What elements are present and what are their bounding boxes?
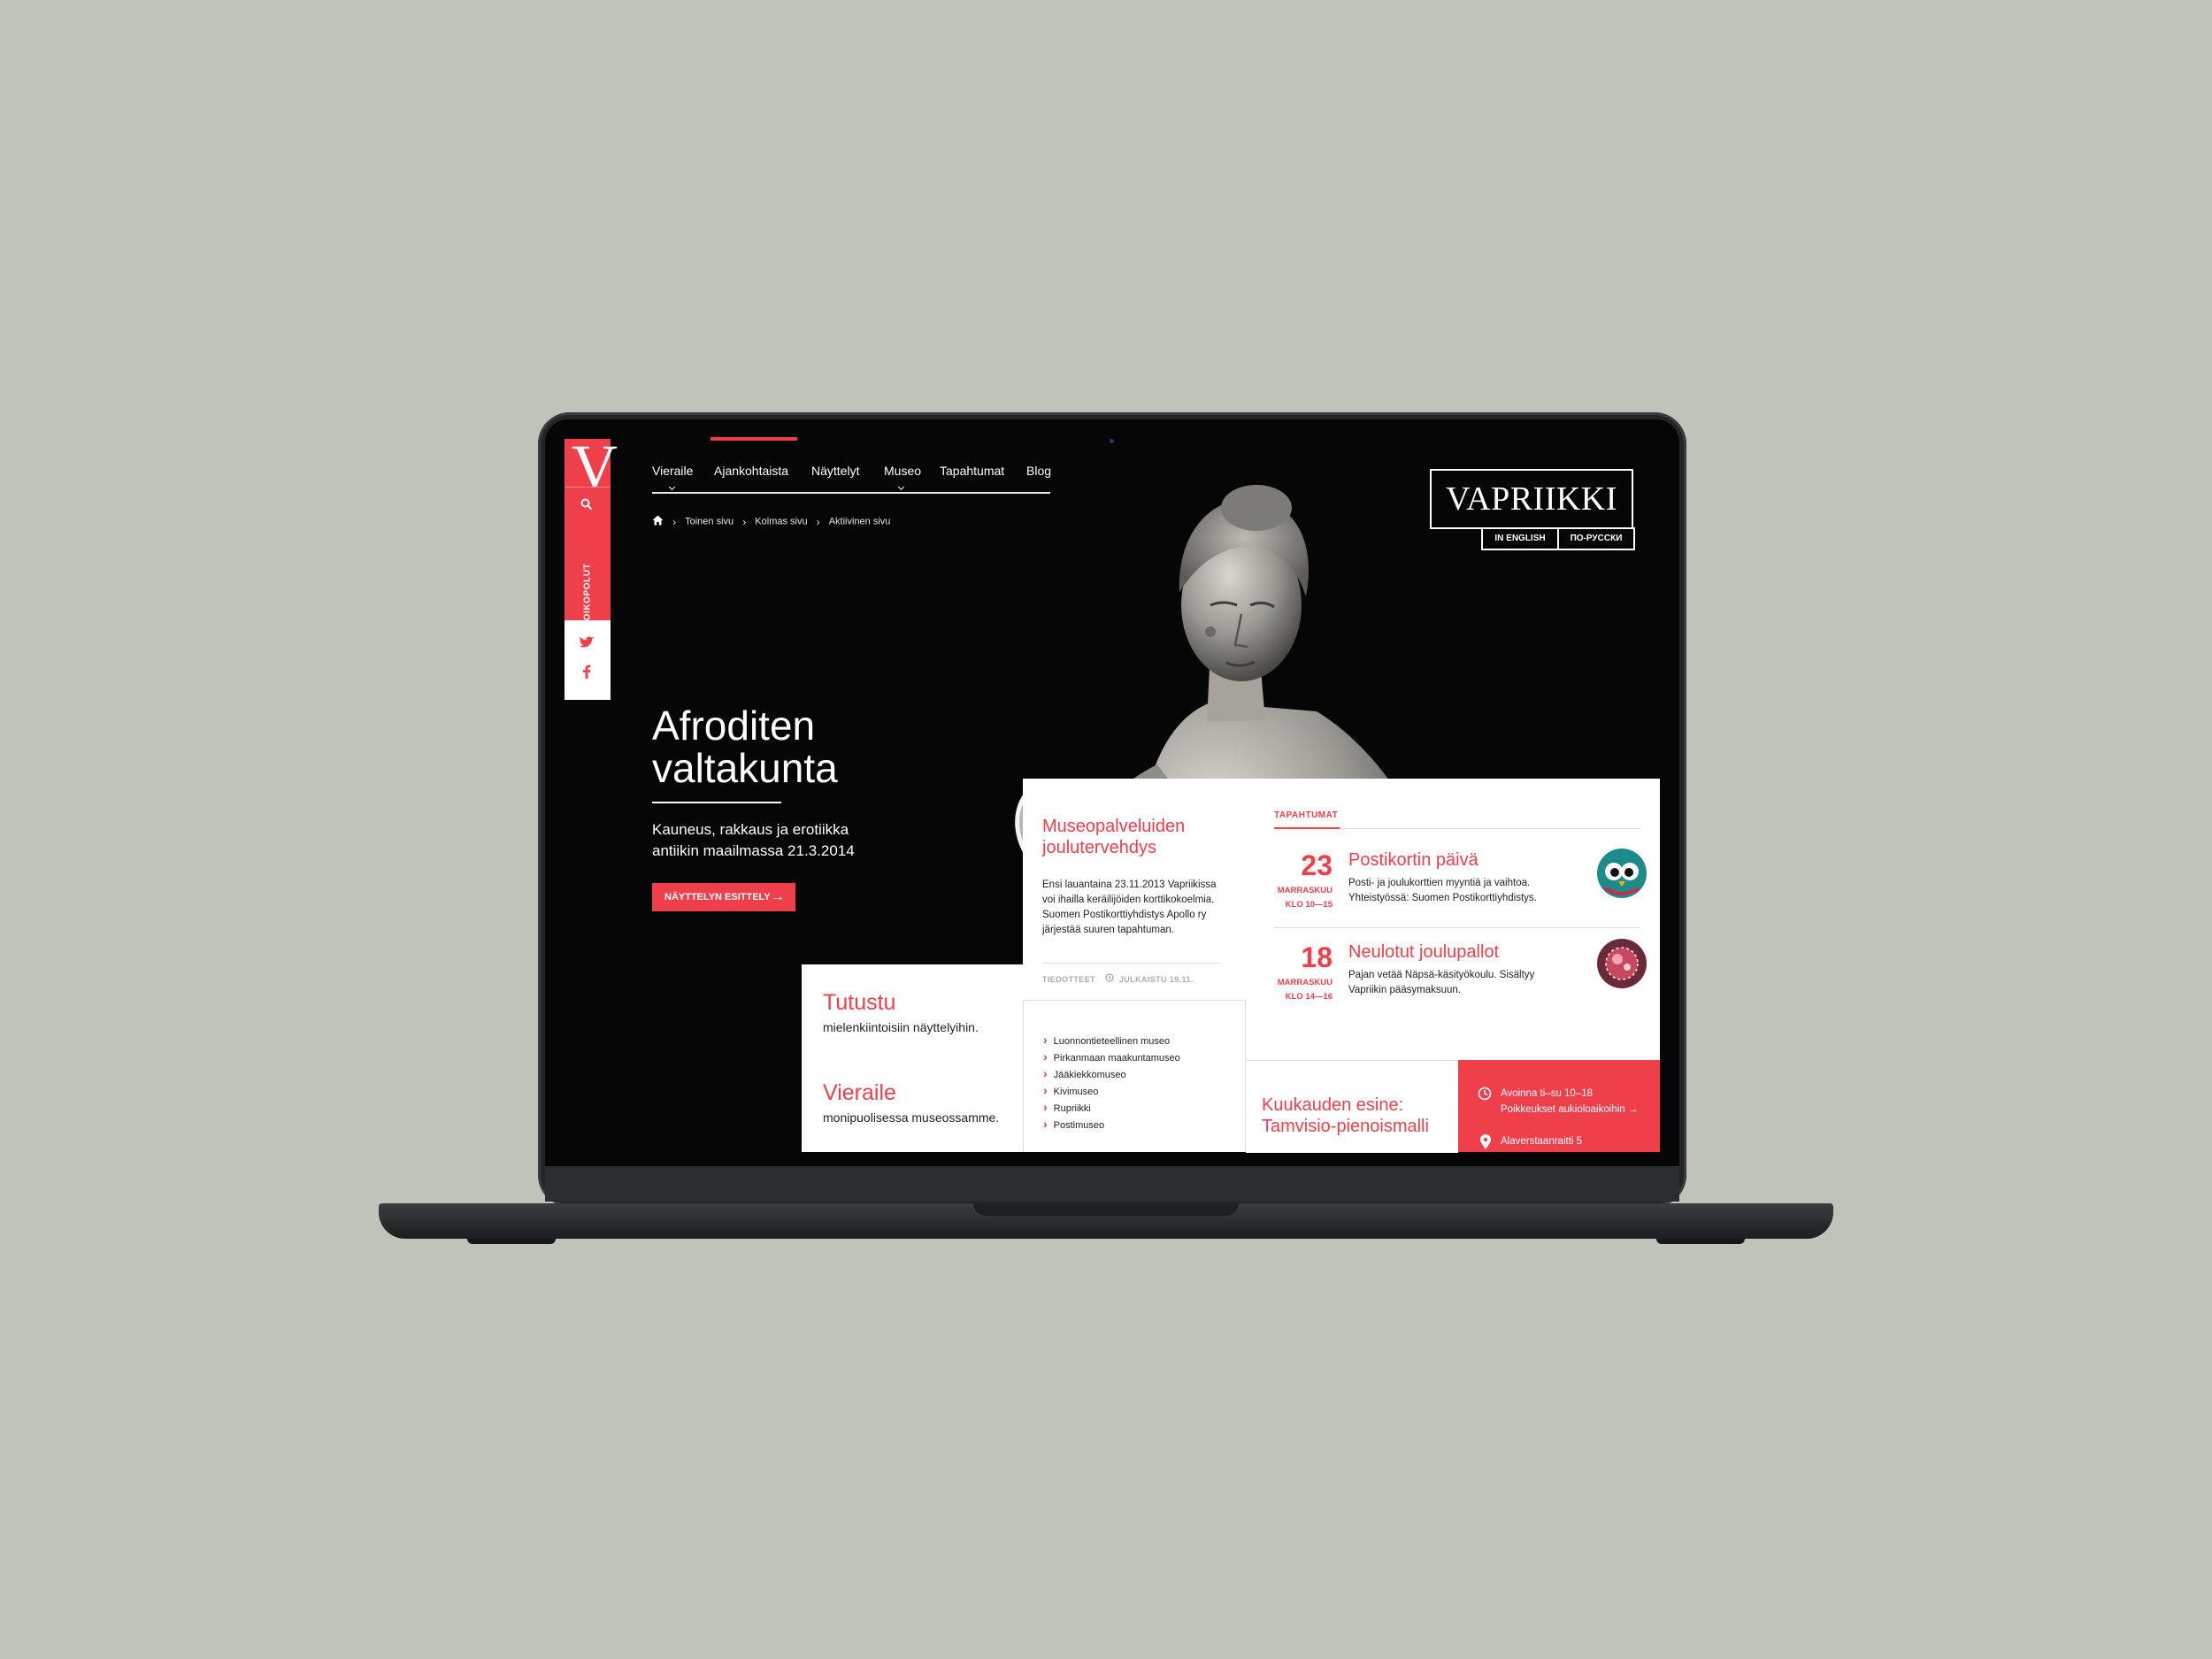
exhibition-intro-label: NÄYTTELYN ESITTELY: [664, 892, 771, 902]
divider: [1274, 927, 1640, 928]
brand-block: VAPRIIKKI IN ENGLISH ПО-РУССКИ: [1430, 469, 1637, 550]
events-heading[interactable]: TAPAHTUMAT: [1274, 810, 1338, 820]
breadcrumb: › Toinen sivu › Kolmas sivu › Aktiivinen…: [652, 515, 890, 528]
event-title[interactable]: Neulotut joulupallot: [1348, 941, 1499, 963]
home-icon[interactable]: [652, 515, 666, 528]
events-card: TAPAHTUMAT 23 MARRASKUU KLO 10—15 Postik…: [1246, 779, 1660, 1060]
nav-item-blog[interactable]: Blog: [1026, 464, 1051, 478]
visitor-info-card: Avoinna ti–su 10–18 Poikkeukset aukioloa…: [1458, 1060, 1660, 1152]
camera-dot: [1110, 439, 1114, 443]
news-date: JULKAISTU 19.11.: [1118, 975, 1194, 984]
event-time: KLO 14—16: [1285, 992, 1333, 1002]
event-time: KLO 10—15: [1285, 900, 1333, 910]
event-thumbnail: [1597, 939, 1647, 988]
laptop-base-notch: [973, 1203, 1239, 1216]
divider: [1042, 963, 1221, 964]
chevron-down-icon: [897, 483, 905, 491]
nav-item-vieraile[interactable]: Vieraile: [652, 464, 693, 478]
twitter-icon[interactable]: [579, 636, 595, 653]
social-links: [565, 620, 611, 700]
laptop-foot: [1656, 1239, 1745, 1244]
event-month: MARRASKUU: [1277, 978, 1333, 987]
exhibition-intro-button[interactable]: NÄYTTELYN ESITTELY →: [652, 883, 795, 911]
lang-russian-button[interactable]: ПО-РУССКИ: [1557, 527, 1635, 550]
clock-icon: [1105, 973, 1117, 984]
museum-link[interactable]: Pirkanmaan maakuntamuseo: [1043, 1049, 1180, 1066]
explore-subtitle: mielenkiintoisiin näyttelyihin.: [823, 1020, 979, 1034]
hero-title: Afroditen valtakunta: [652, 703, 838, 791]
laptop-foot: [467, 1239, 556, 1244]
explore-card[interactable]: Tutustu mielenkiintoisiin näyttelyihin.: [802, 964, 1023, 1059]
nav-item-nayttelyt[interactable]: Näyttelyt: [811, 464, 859, 478]
event-item[interactable]: 23 MARRASKUU KLO 10—15 Postikortin päivä…: [1274, 848, 1647, 936]
clock-icon: [1478, 1087, 1492, 1105]
breadcrumb-link[interactable]: Toinen sivu: [685, 517, 733, 527]
museum-links-card: Luonnontieteellinen museo Pirkanmaan maa…: [1023, 1000, 1246, 1152]
sidebar-shortcuts: OIKOPOLUT: [565, 487, 611, 620]
lang-english-button[interactable]: IN ENGLISH: [1481, 527, 1559, 550]
site-logo[interactable]: VAPRIIKKI: [1430, 469, 1633, 529]
nav-item-tapahtumat[interactable]: Tapahtumat: [940, 464, 1004, 478]
museum-link[interactable]: Jääkiekkomuseo: [1043, 1066, 1180, 1083]
sidebar-logo[interactable]: V: [565, 435, 618, 499]
event-description: Pajan vetää Näpsä-käsityökoulu. Sisältyy…: [1348, 970, 1535, 995]
arrow-right-icon: →: [771, 889, 785, 904]
visit-title[interactable]: Vieraile: [823, 1079, 896, 1106]
museum-link[interactable]: Rupriikki: [1043, 1100, 1180, 1117]
opening-hours: Avoinna ti–su 10–18: [1501, 1088, 1594, 1099]
opening-exceptions-link[interactable]: Poikkeukset aukioloaikoihin →: [1501, 1102, 1638, 1118]
hero-divider: [652, 802, 781, 803]
quick-links-sidebar: V OIKOPOLUT: [565, 435, 618, 700]
event-day: 18: [1301, 941, 1333, 973]
hero-subtitle: Kauneus, rakkaus ja erotiikka antiikin m…: [652, 821, 855, 859]
event-day: 23: [1301, 849, 1333, 881]
nav-item-ajankohtaista[interactable]: Ajankohtaista: [714, 464, 788, 478]
news-text: Ensi lauantaina 23.11.2013 Vapriikissa v…: [1042, 879, 1217, 935]
explore-title[interactable]: Tutustu: [823, 989, 895, 1016]
breadcrumb-separator: ›: [742, 515, 747, 528]
event-month: MARRASKUU: [1277, 886, 1333, 895]
nav-active-indicator: [710, 437, 797, 441]
event-item[interactable]: 18 MARRASKUU KLO 14—16 Neulotut joulupal…: [1274, 939, 1647, 1028]
breadcrumb-link[interactable]: Kolmas sivu: [755, 517, 807, 527]
object-of-month-card[interactable]: Kuukauden esine: Tamvisio-pienoismalli: [1246, 1060, 1458, 1153]
event-description: Posti- ja joulukorttien myyntiä ja vaiht…: [1348, 878, 1537, 903]
event-title[interactable]: Postikortin päivä: [1348, 849, 1479, 871]
chevron-down-icon: [668, 483, 676, 491]
laptop-screen-chin: [545, 1166, 1679, 1202]
visit-subtitle: monipuolisessa museossamme.: [823, 1110, 1000, 1125]
news-meta: TIEDOTTEET JULKAISTU 19.11.: [1042, 973, 1194, 984]
website: V OIKOPOLUT Vieraile Ajankohtaista Näytt…: [545, 419, 1679, 1166]
main-navigation: Vieraile Ajankohtaista Näyttelyt Museo T…: [652, 437, 1051, 494]
museum-links-list: Luonnontieteellinen museo Pirkanmaan maa…: [1043, 1033, 1180, 1133]
visit-card[interactable]: Vieraile monipuolisessa museossamme.: [802, 1058, 1023, 1152]
object-of-month-title[interactable]: Kuukauden esine: Tamvisio-pienoismalli: [1262, 1094, 1451, 1137]
breadcrumb-separator: ›: [816, 515, 820, 528]
location-pin-icon: [1479, 1134, 1492, 1155]
news-category: TIEDOTTEET: [1042, 975, 1095, 984]
address[interactable]: Alaverstaanraitti 5: [1501, 1134, 1582, 1149]
breadcrumb-separator: ›: [672, 515, 677, 528]
search-icon[interactable]: [580, 498, 593, 515]
museum-link[interactable]: Kivimuseo: [1043, 1083, 1180, 1100]
museum-link[interactable]: Postimuseo: [1043, 1117, 1180, 1133]
shortcuts-toggle[interactable]: OIKOPOLUT: [583, 564, 593, 621]
facebook-icon[interactable]: [582, 664, 591, 683]
museum-link[interactable]: Luonnontieteellinen museo: [1043, 1033, 1180, 1049]
laptop-screen: V OIKOPOLUT Vieraile Ajankohtaista Näytt…: [545, 419, 1679, 1166]
news-title[interactable]: Museopalveluiden joulutervehdys: [1042, 816, 1237, 858]
news-card[interactable]: Museopalveluiden joulutervehdys Ensi lau…: [1023, 779, 1247, 1000]
language-switcher: IN ENGLISH ПО-РУССКИ: [1481, 527, 1635, 550]
nav-item-museo[interactable]: Museo: [884, 464, 921, 478]
breadcrumb-current: Aktiivinen sivu: [828, 516, 891, 527]
heading-underline: [1274, 827, 1340, 829]
event-thumbnail: [1597, 849, 1647, 898]
